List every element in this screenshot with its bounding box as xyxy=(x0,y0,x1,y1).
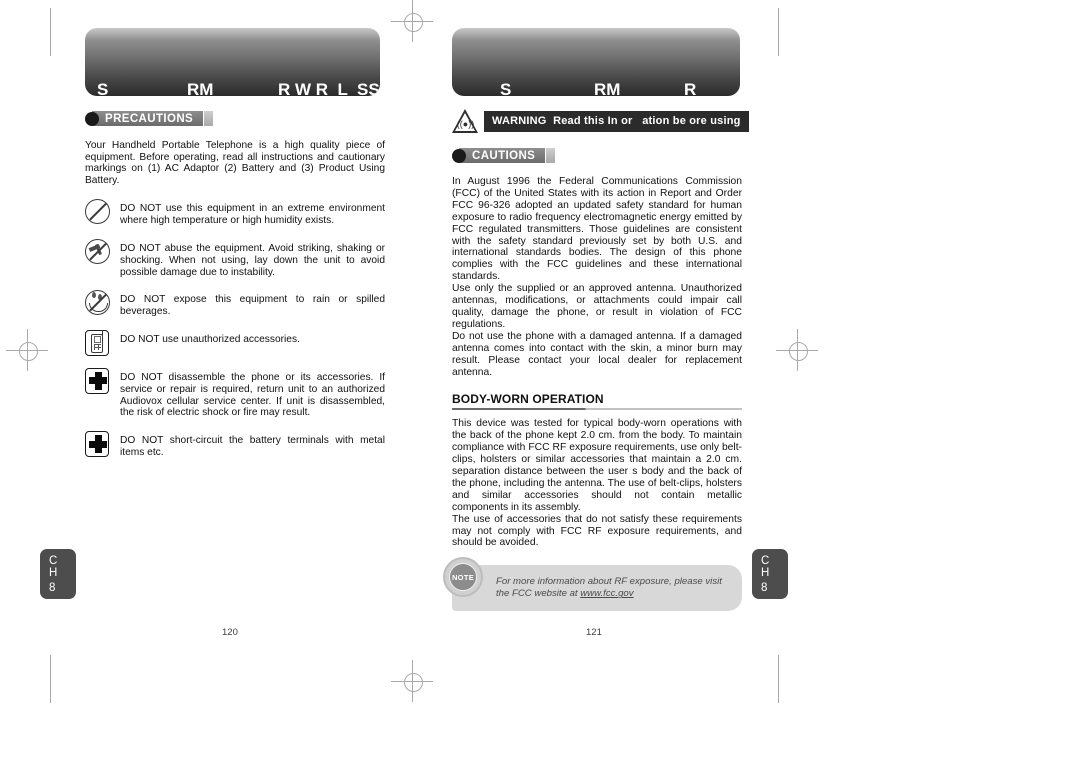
precaution-item: DO NOT abuse the equipment. Avoid striki… xyxy=(85,238,385,278)
cautions-paragraph: In August 1996 the Federal Communication… xyxy=(452,176,742,283)
precaution-item-text: DO NOT use unauthorized accessories. xyxy=(120,333,300,345)
crop-line-right-bottom xyxy=(778,655,779,703)
left-banner-line1-part1: S xyxy=(97,80,109,96)
precautions-label-tail xyxy=(204,111,214,126)
registration-mark-right-middle xyxy=(776,329,818,371)
document-page: S RM R W R L SS H DH LD PH S PRECAUTIONS… xyxy=(0,0,1080,763)
no-extreme-temperature-icon xyxy=(85,199,111,225)
right-banner-line1-part1: S xyxy=(500,80,512,96)
cautions-paragraph: Do not use the phone with a damaged ante… xyxy=(452,330,742,378)
precaution-item: DO NOT use unauthorized accessories. xyxy=(85,329,385,356)
heading-rule xyxy=(452,408,742,411)
cautions-label-text: CAUTIONS xyxy=(459,148,546,163)
precaution-item-text: DO NOT disassemble the phone or its acce… xyxy=(120,371,385,419)
left-banner-line1-part2: RM xyxy=(187,80,214,96)
body-worn-paragraph: This device was tested for typical body-… xyxy=(452,418,742,513)
note-badge-label: NOTE xyxy=(449,563,477,592)
note-badge-icon: NOTE xyxy=(443,557,483,598)
bullet-dot-icon xyxy=(452,148,466,163)
precautions-label-text: PRECAUTIONS xyxy=(92,111,204,126)
no-short-circuit-icon xyxy=(85,431,111,458)
left-banner-line1-part3: R W R L SS xyxy=(278,80,380,96)
fcc-note-text: For more information about RF exposure, … xyxy=(496,576,732,601)
precaution-item-text: DO NOT abuse the equipment. Avoid striki… xyxy=(120,242,385,278)
right-page-header-banner: S RM R CC R P SUR xyxy=(452,28,740,96)
registration-mark-left-middle xyxy=(6,329,48,371)
right-page-number: 121 xyxy=(586,627,602,638)
body-worn-paragraph: The use of accessories that do not satis… xyxy=(452,513,742,549)
right-page-chapter-tab: C H 8 xyxy=(752,549,788,599)
no-impact-icon xyxy=(85,238,111,265)
cautions-paragraph: Use only the supplied or an approved ant… xyxy=(452,283,742,330)
right-banner-line1-part3: R xyxy=(684,80,697,96)
warning-row: ((●)) WARNING Read this In or ation be o… xyxy=(452,109,749,133)
no-disassembly-icon xyxy=(85,367,111,394)
bullet-dot-icon xyxy=(85,111,99,126)
precaution-item-text: DO NOT short-circuit the battery termina… xyxy=(120,435,385,458)
cautions-label-tail xyxy=(546,148,556,163)
registration-mark-bottom-center xyxy=(391,660,433,702)
body-worn-operation-heading: BODY-WORN OPERATION xyxy=(452,392,742,411)
precaution-item: DO NOT use this equipment in an extreme … xyxy=(85,199,385,227)
crop-line-right-top xyxy=(778,8,779,56)
no-unauthorized-accessories-icon xyxy=(85,329,111,356)
chapter-tab-line1: C xyxy=(761,555,770,567)
left-page-chapter-tab: C H 8 xyxy=(40,549,76,599)
left-page-column: S RM R W R L SS H DH LD PH S PRECAUTIONS… xyxy=(85,28,385,474)
chapter-tab-line2: H xyxy=(49,567,58,579)
crop-line-left-top xyxy=(50,8,51,56)
no-liquid-icon xyxy=(85,290,111,316)
chapter-tab-line2: H xyxy=(761,567,770,579)
fcc-website-link[interactable]: www.fcc.gov xyxy=(580,588,633,599)
precaution-item-text: DO NOT expose this equipment to rain or … xyxy=(120,294,385,318)
precaution-item-text: DO NOT use this equipment in an extreme … xyxy=(120,203,385,227)
cautions-section-label: CAUTIONS xyxy=(452,147,742,164)
precaution-item: DO NOT expose this equipment to rain or … xyxy=(85,290,385,318)
left-page-number: 120 xyxy=(222,627,238,638)
precaution-item: DO NOT disassemble the phone or its acce… xyxy=(85,367,385,419)
precautions-intro-paragraph: Your Handheld Portable Telephone is a hi… xyxy=(85,140,385,186)
right-page-column: S RM R CC R P SUR ((●)) WARNING Read thi… xyxy=(443,28,749,612)
precaution-item: DO NOT short-circuit the battery termina… xyxy=(85,431,385,459)
precautions-list: DO NOT use this equipment in an extreme … xyxy=(85,199,385,459)
right-banner-line1-part2: RM xyxy=(594,80,621,96)
body-worn-operation-heading-text: BODY-WORN OPERATION xyxy=(452,392,604,407)
chapter-tab-number: 8 xyxy=(49,582,56,594)
rf-warning-triangle-icon: ((●)) xyxy=(452,109,479,133)
chapter-tab-line1: C xyxy=(49,555,58,567)
crop-line-left-bottom xyxy=(50,655,51,703)
left-page-header-banner: S RM R W R L SS H DH LD PH S xyxy=(85,28,380,96)
precautions-section-label: PRECAUTIONS xyxy=(85,110,385,127)
registration-mark-top-center xyxy=(391,0,433,42)
chapter-tab-number: 8 xyxy=(761,582,768,594)
fcc-note-box: NOTE For more information about RF expos… xyxy=(443,557,742,612)
warning-bar-text: WARNING Read this In or ation be ore usi… xyxy=(484,110,749,132)
